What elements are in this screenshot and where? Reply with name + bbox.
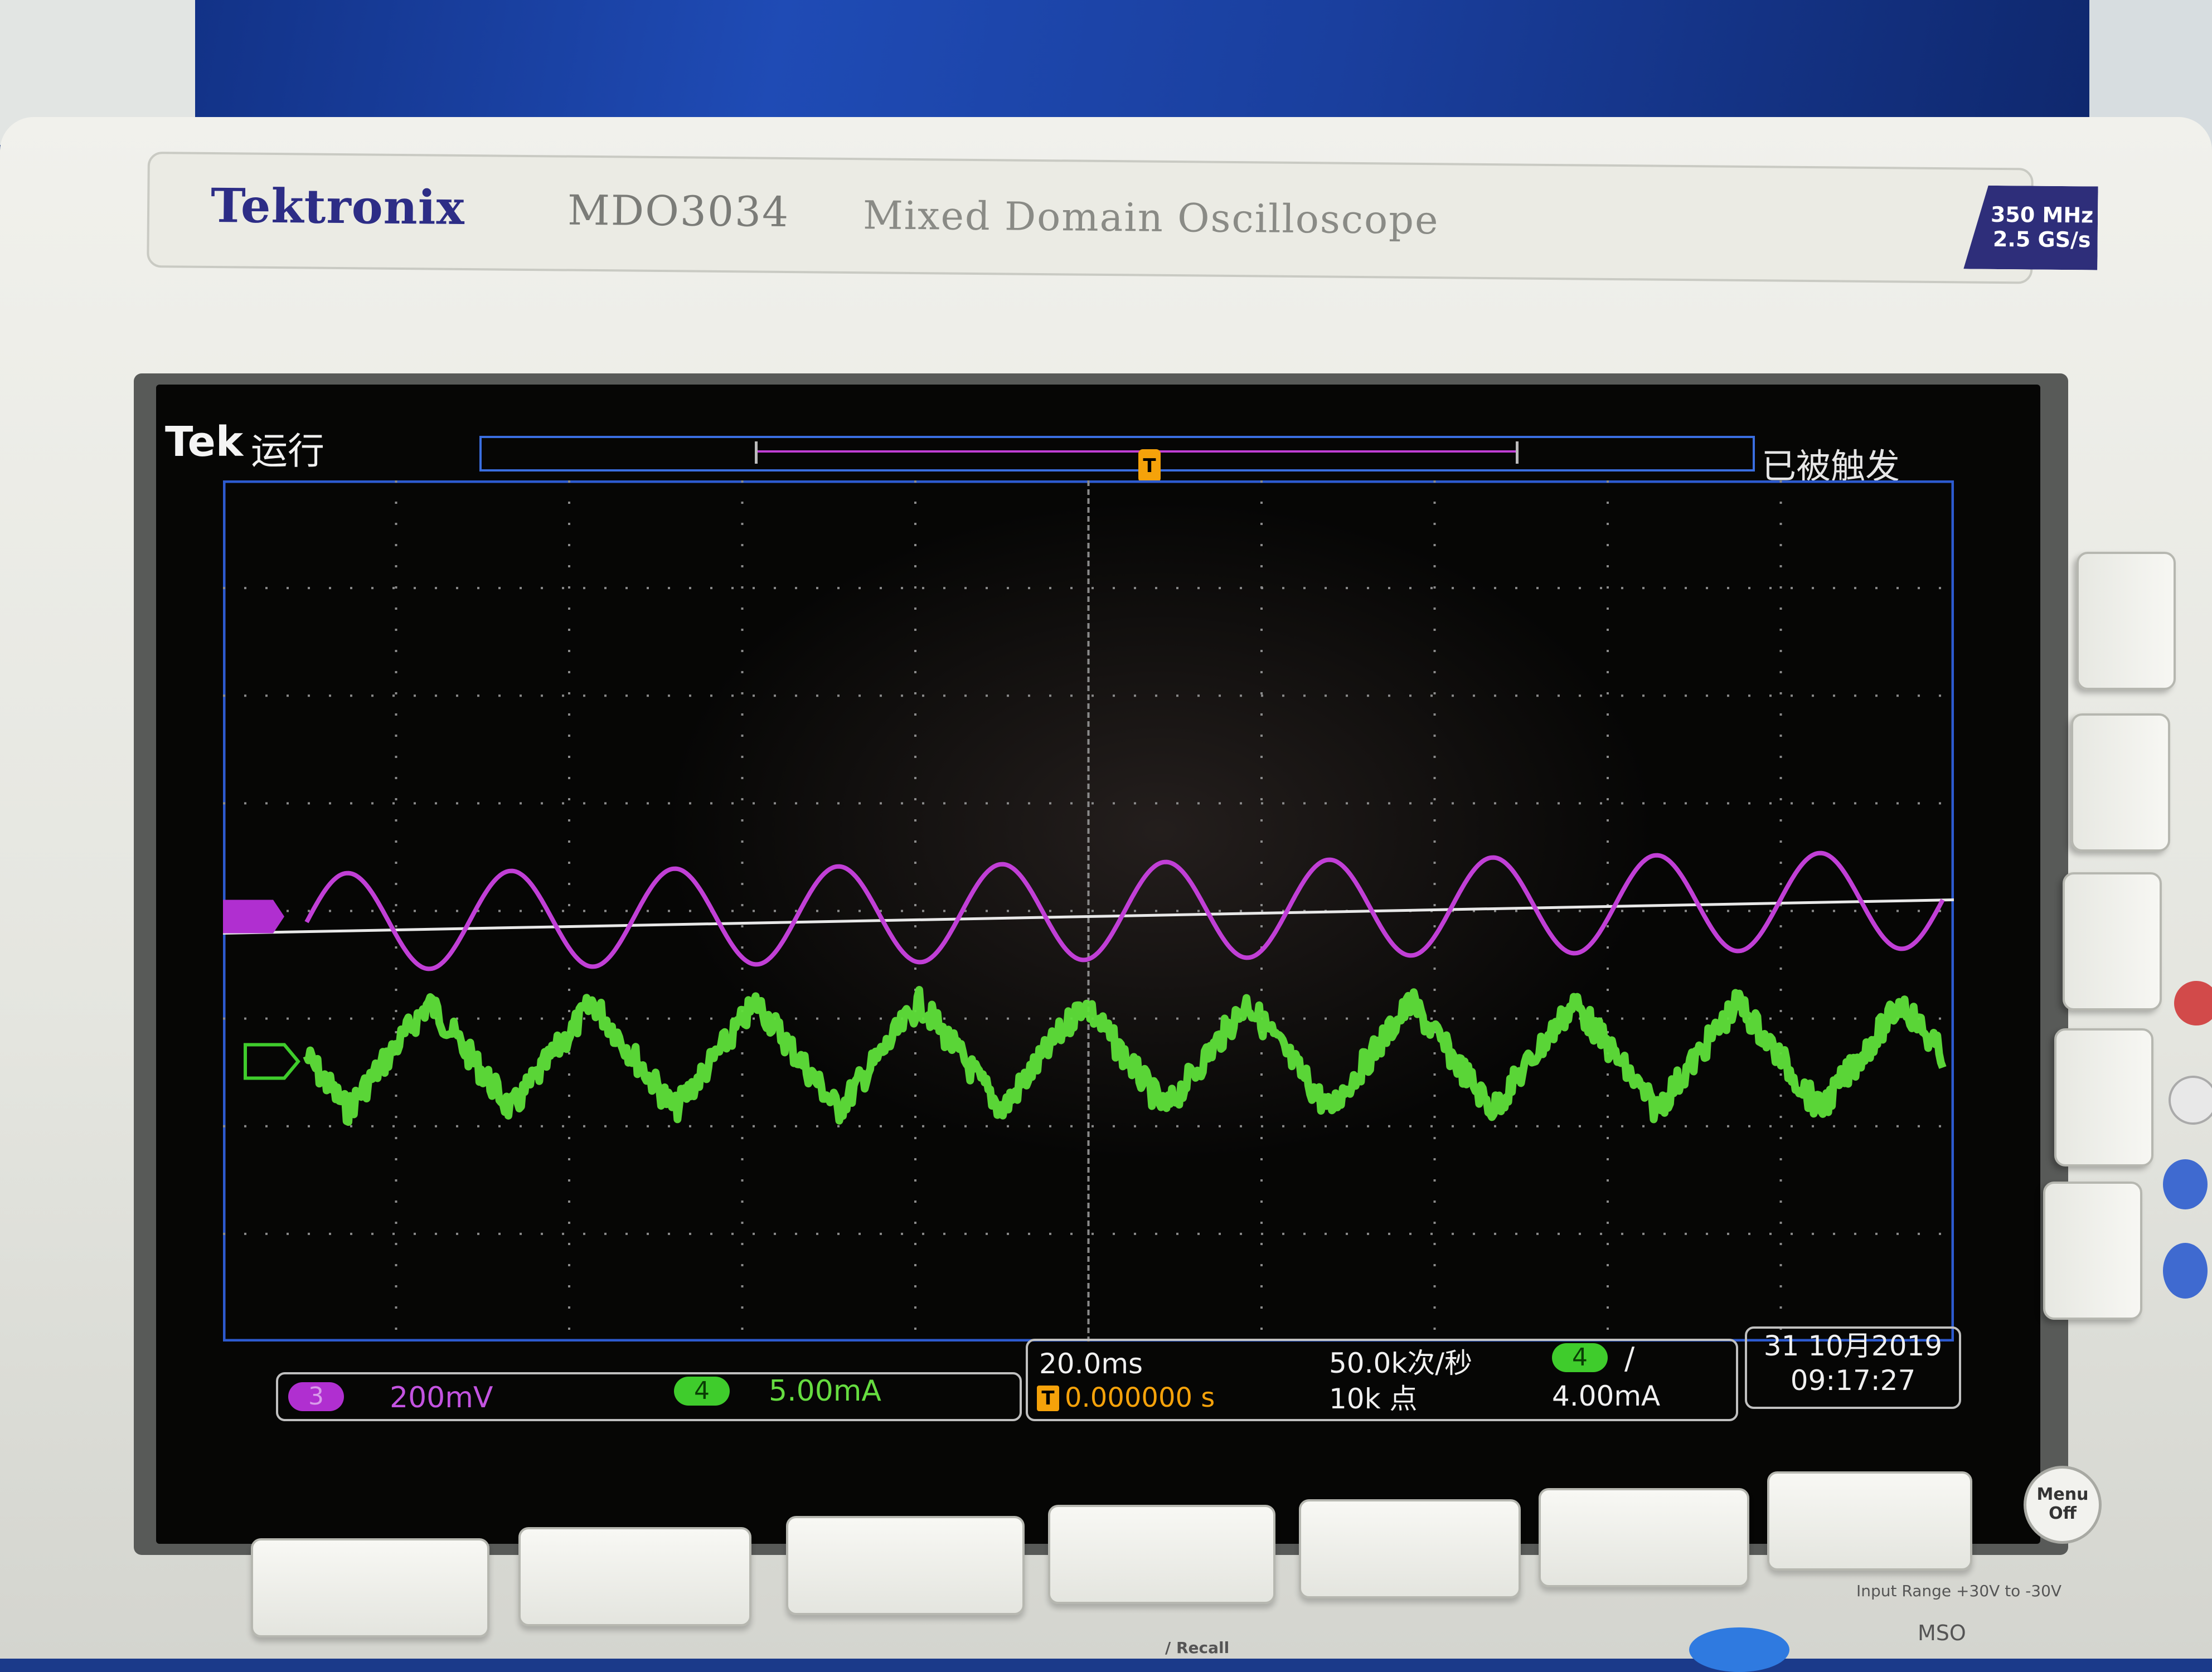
- channel-3-scale: 200mV: [390, 1381, 493, 1415]
- menu-off-button[interactable]: Menu Off: [2024, 1466, 2102, 1544]
- date: 31 10月2019: [1763, 1330, 1943, 1362]
- record-view-window: [755, 441, 1519, 464]
- horizontal-readout: 20.0ms T 0.000000 s 50.0k次/秒 10k 点 4 / 4…: [1026, 1339, 1738, 1421]
- record-view-bar: [479, 436, 1755, 472]
- side-button-2[interactable]: [2071, 713, 2170, 852]
- channel-3-badge[interactable]: 3: [288, 1382, 344, 1411]
- bottom-button-1[interactable]: [251, 1538, 489, 1637]
- side-button-3[interactable]: [2063, 872, 2162, 1010]
- model-number: MDO3034: [567, 186, 790, 237]
- side-button-5[interactable]: [2043, 1182, 2142, 1320]
- bottom-button-2[interactable]: [518, 1527, 751, 1626]
- input-range-label: Input Range +30V to -30V: [1856, 1582, 2062, 1600]
- vertical-readout: 3 200mV 4 5.00mA: [276, 1372, 1022, 1421]
- spec-badge: 350 MHz 2.5 GS/s: [1963, 185, 2098, 270]
- trigger-icon: T: [1037, 1386, 1059, 1411]
- spec-bandwidth: 350 MHz: [1990, 202, 2094, 228]
- tek-logo: Tek: [165, 418, 244, 466]
- channel-3-marker: [223, 900, 284, 934]
- blue-knob-2[interactable]: [2163, 1243, 2208, 1299]
- trigger-level: 4.00mA: [1552, 1380, 1661, 1412]
- brand-bar: Tektronix MDO3034 Mixed Domain Oscillosc…: [147, 152, 2034, 284]
- channel-4-marker: [244, 1043, 300, 1080]
- graticule: [223, 480, 1954, 1342]
- sample-rate: 50.0k次/秒: [1329, 1347, 1473, 1379]
- model-description: Mixed Domain Oscilloscope: [862, 192, 1439, 244]
- recall-label: / Recall: [1165, 1639, 1230, 1657]
- bottom-button-3[interactable]: [786, 1516, 1025, 1615]
- side-button-4[interactable]: [2054, 1028, 2153, 1166]
- channel-4-badge[interactable]: 4: [674, 1377, 730, 1406]
- timebase: 20.0ms: [1039, 1348, 1143, 1380]
- rising-edge-icon: /: [1624, 1341, 1635, 1376]
- trigger-source-badge: 4: [1552, 1343, 1608, 1372]
- spec-sample-rate: 2.5 GS/s: [1992, 226, 2091, 252]
- time: 09:17:27: [1790, 1364, 1916, 1397]
- menu-off-label: Menu Off: [2036, 1485, 2089, 1523]
- record-view-trace: [758, 450, 1516, 453]
- channel-3-waveform: [304, 850, 1945, 971]
- oscilloscope-screen[interactable]: Tek 运行 已被触发 T 3 200mV 4 5.00mA 20.0ms T …: [156, 385, 2040, 1544]
- mso-label: MSO: [1918, 1621, 1966, 1645]
- channel-4-scale: 5.00mA: [769, 1374, 882, 1408]
- channel-4-waveform: [303, 986, 1947, 1126]
- brand-logo: Tektronix: [210, 177, 465, 235]
- trigger-position-marker[interactable]: T: [1138, 449, 1161, 483]
- blue-button[interactable]: [1689, 1627, 1789, 1672]
- bottom-button-4[interactable]: [1048, 1505, 1275, 1604]
- blue-knob-1[interactable]: [2163, 1159, 2208, 1209]
- bottom-button-7[interactable]: [1767, 1471, 1972, 1571]
- datetime-readout: 31 10月2019 09:17:27: [1745, 1326, 1961, 1409]
- side-button-1[interactable]: [2077, 552, 2176, 690]
- trigger-position: 0.000000 s: [1065, 1382, 1215, 1413]
- bottom-button-5[interactable]: [1299, 1499, 1521, 1598]
- record-length: 10k 点: [1329, 1383, 1418, 1415]
- bottom-button-6[interactable]: [1539, 1488, 1749, 1587]
- run-state: 运行: [251, 430, 324, 473]
- white-knob[interactable]: [2169, 1076, 2212, 1125]
